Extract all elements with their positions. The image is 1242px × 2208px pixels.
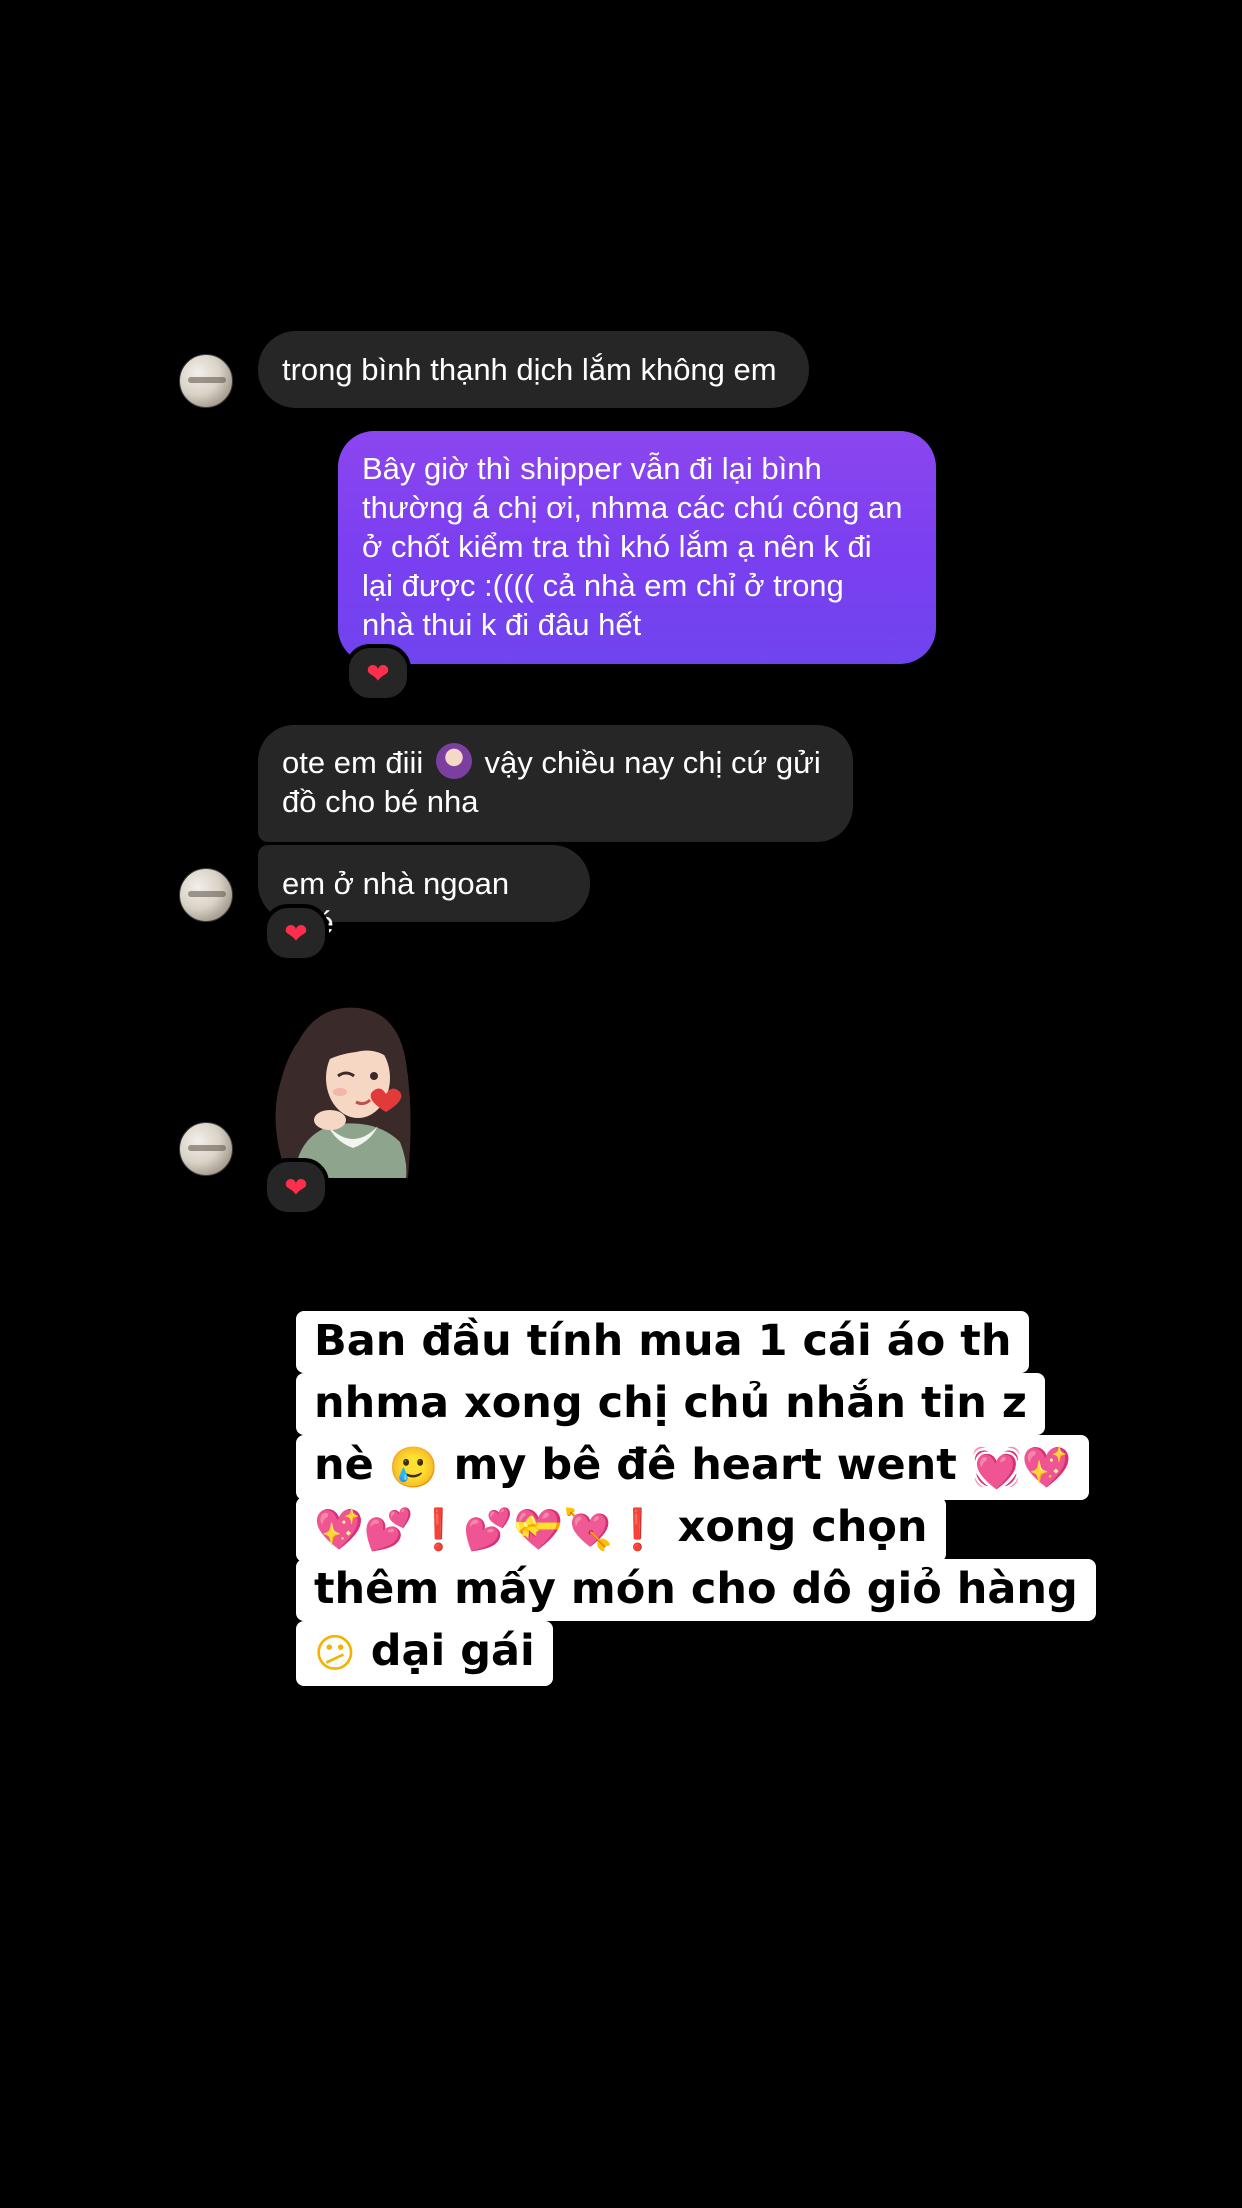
message-text-line: ở chốt kiểm tra thì khó lắm ạ nên k đi	[362, 529, 872, 564]
message-text: đồ cho bé nha	[282, 784, 479, 819]
avatar[interactable]	[179, 1122, 233, 1176]
avatar[interactable]	[179, 354, 233, 408]
message-text: ote em điii	[282, 745, 424, 780]
hearts-emoji-icon: 💖💕❗💕💝💘❗	[314, 1507, 663, 1553]
caption-line: 💖💕❗💕💝💘❗ xong chọn	[296, 1497, 946, 1562]
caption-line: nè 🥲 my bê đê heart went 💓💖	[296, 1435, 1090, 1500]
hearts-emoji-icon: 💓💖	[971, 1445, 1072, 1491]
caption-line: Ban đầu tính mua 1 cái áo th	[296, 1311, 1030, 1373]
girl-wink-sticker[interactable]	[258, 1002, 430, 1178]
message-text-line: nhà thui k đi đâu hết	[362, 607, 642, 642]
message-text: trong bình thạnh dịch lắm không em	[282, 352, 777, 387]
message-text: vậy chiều nay chị cứ gửi	[484, 745, 821, 780]
confused-face-emoji-icon: 😕	[314, 1631, 356, 1677]
message-text-line: lại được :(((( cả nhà em chỉ ở trong	[362, 568, 844, 603]
message-text-line: thường á chị ơi, nhma các chú công an	[362, 490, 903, 525]
crying-smile-emoji-icon: 🥲	[388, 1445, 439, 1491]
heart-reaction-icon[interactable]: ❤	[345, 644, 411, 702]
message-text-line: Bây giờ thì shipper vẫn đi lại bình	[362, 451, 822, 486]
caption-line: nhma xong chị chủ nhắn tin z	[296, 1373, 1045, 1435]
outgoing-message-bubble[interactable]: Bây giờ thì shipper vẫn đi lại bình thườ…	[338, 431, 936, 664]
caption-line: 😕 dại gái	[296, 1621, 553, 1686]
incoming-message-bubble[interactable]: trong bình thạnh dịch lắm không em	[258, 331, 809, 408]
caption-line: thêm mấy món cho dô giỏ hàng	[296, 1559, 1096, 1621]
avatar[interactable]	[179, 868, 233, 922]
heart-reaction-icon[interactable]: ❤	[263, 904, 329, 962]
story-caption: Ban đầu tính mua 1 cái áo th nhma xong c…	[296, 1311, 1096, 1686]
incoming-message-bubble[interactable]: ote em điii vậy chiều nay chị cứ gửi đồ …	[258, 725, 853, 842]
woman-emoji-icon	[435, 743, 472, 779]
heart-reaction-icon[interactable]: ❤	[263, 1158, 329, 1216]
